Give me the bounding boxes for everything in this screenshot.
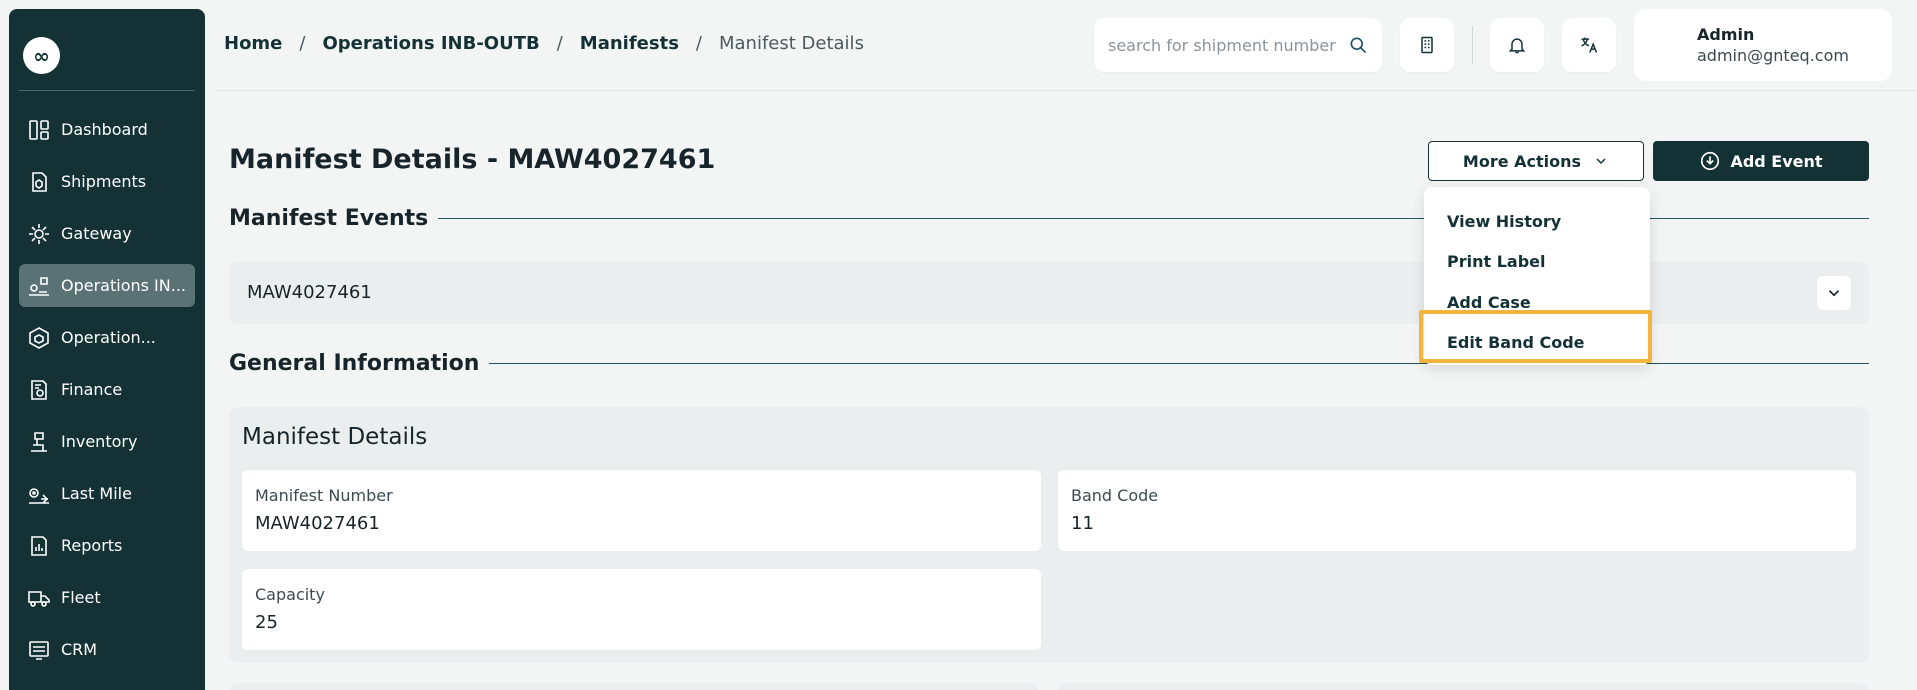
translate-icon <box>1581 37 1598 53</box>
sidebar-item-last-mile[interactable]: Last Mile <box>19 472 195 515</box>
add-event-label: Add Event <box>1730 151 1823 171</box>
inventory-icon <box>31 431 47 452</box>
building-button[interactable] <box>1400 18 1454 72</box>
fleet-icon <box>28 590 50 607</box>
user-profile[interactable]: Admin admin@gnteq.com <box>1634 9 1892 81</box>
breadcrumb-separator: / <box>299 33 306 54</box>
section-line <box>438 218 1869 219</box>
more-actions-button[interactable]: More Actions <box>1428 141 1644 181</box>
panel-title: Manifest Details <box>242 424 428 450</box>
field-label: Band Code <box>1071 486 1159 505</box>
sidebar: ∞ Dashboard Shipments Gateway Operations… <box>9 9 205 690</box>
language-button[interactable] <box>1562 18 1616 72</box>
sidebar-item-label: Gateway <box>61 224 132 243</box>
next-card <box>1058 683 1869 690</box>
add-event-button[interactable]: Add Event <box>1653 141 1869 181</box>
search-icon[interactable] <box>1348 35 1368 55</box>
bell-icon <box>1508 38 1526 54</box>
sidebar-item-gateway[interactable]: Gateway <box>19 212 195 255</box>
sidebar-item-fleet[interactable]: Fleet <box>19 576 195 619</box>
logo-glyph: ∞ <box>33 43 50 68</box>
page-title: Manifest Details - MAW4027461 <box>229 144 716 175</box>
operations-inb-icon <box>29 276 49 296</box>
sidebar-item-label: Inventory <box>61 432 138 451</box>
add-event-icon <box>1701 151 1720 171</box>
sidebar-item-label: Operation... <box>61 328 156 347</box>
reports-icon <box>31 535 47 556</box>
search-input[interactable] <box>1108 35 1348 55</box>
field-label: Manifest Number <box>255 486 393 505</box>
sidebar-item-shipments[interactable]: Shipments <box>19 160 195 203</box>
breadcrumb-operations[interactable]: Operations INB-OUTB <box>322 33 539 54</box>
section-title: Manifest Events <box>229 206 429 231</box>
sidebar-item-label: Shipments <box>61 172 147 191</box>
breadcrumb: Home / Operations INB-OUTB / Manifests /… <box>224 33 864 54</box>
sidebar-item-label: Reports <box>61 536 123 555</box>
sidebar-item-label: Fleet <box>61 588 101 607</box>
field-value: 11 <box>1071 513 1094 534</box>
sidebar-item-reports[interactable]: Reports <box>19 524 195 567</box>
section-title: General Information <box>229 351 480 376</box>
manifest-number-field: Manifest Number MAW4027461 <box>242 470 1041 551</box>
menu-item-print-label[interactable]: Print Label <box>1447 252 1546 271</box>
operations-icon <box>29 326 49 349</box>
band-code-field: Band Code 11 <box>1058 470 1856 551</box>
menu-item-view-history[interactable]: View History <box>1447 212 1561 231</box>
breadcrumb-home[interactable]: Home <box>224 33 282 54</box>
chevron-down-icon <box>1596 158 1606 165</box>
notifications-button[interactable] <box>1490 18 1544 72</box>
gateway-icon <box>29 223 49 244</box>
finance-icon <box>31 379 47 400</box>
capacity-field: Capacity 25 <box>242 569 1041 650</box>
breadcrumb-manifests[interactable]: Manifests <box>580 33 679 54</box>
header-divider <box>1472 26 1473 64</box>
manifest-details-panel: Manifest Details Manifest Number MAW4027… <box>229 407 1869 663</box>
sidebar-item-crm[interactable]: CRM <box>19 628 195 671</box>
chevron-down-icon <box>1828 290 1840 297</box>
field-value: MAW4027461 <box>255 513 380 534</box>
more-actions-label: More Actions <box>1462 151 1582 171</box>
last-mile-icon <box>29 487 49 504</box>
sidebar-item-operations-inb-outb[interactable]: Operations IN... <box>19 264 195 307</box>
next-card <box>229 683 1039 690</box>
crm-icon <box>29 640 49 660</box>
user-email: admin@gnteq.com <box>1697 46 1849 65</box>
sidebar-item-inventory[interactable]: Inventory <box>19 420 195 463</box>
sidebar-item-label: Last Mile <box>61 484 132 503</box>
sidebar-item-dashboard[interactable]: Dashboard <box>19 108 195 151</box>
sidebar-item-operations[interactable]: Operation... <box>19 316 195 359</box>
sidebar-item-label: Dashboard <box>61 120 148 139</box>
sidebar-item-finance[interactable]: Finance <box>19 368 195 411</box>
search-box <box>1094 18 1382 72</box>
breadcrumb-separator: / <box>556 33 563 54</box>
building-icon <box>1421 36 1433 54</box>
dashboard-icon <box>29 119 49 140</box>
accordion-label: MAW4027461 <box>247 282 372 303</box>
header-divider-line <box>216 90 1917 91</box>
sidebar-item-label: Operations IN... <box>61 276 186 295</box>
breadcrumb-current: Manifest Details <box>719 33 864 54</box>
field-label: Capacity <box>255 585 325 604</box>
user-name: Admin <box>1697 25 1755 44</box>
breadcrumb-separator: / <box>695 33 702 54</box>
field-value: 25 <box>255 612 278 633</box>
accordion-toggle[interactable] <box>1817 276 1851 310</box>
sidebar-divider <box>19 90 195 91</box>
sidebar-nav: Dashboard Shipments Gateway Operations I… <box>19 108 195 680</box>
sidebar-item-label: CRM <box>61 640 98 659</box>
menu-item-highlight <box>1419 310 1652 363</box>
app-logo[interactable]: ∞ <box>23 37 60 74</box>
shipments-icon <box>32 171 47 192</box>
section-line <box>489 363 1869 364</box>
sidebar-item-label: Finance <box>61 380 123 399</box>
